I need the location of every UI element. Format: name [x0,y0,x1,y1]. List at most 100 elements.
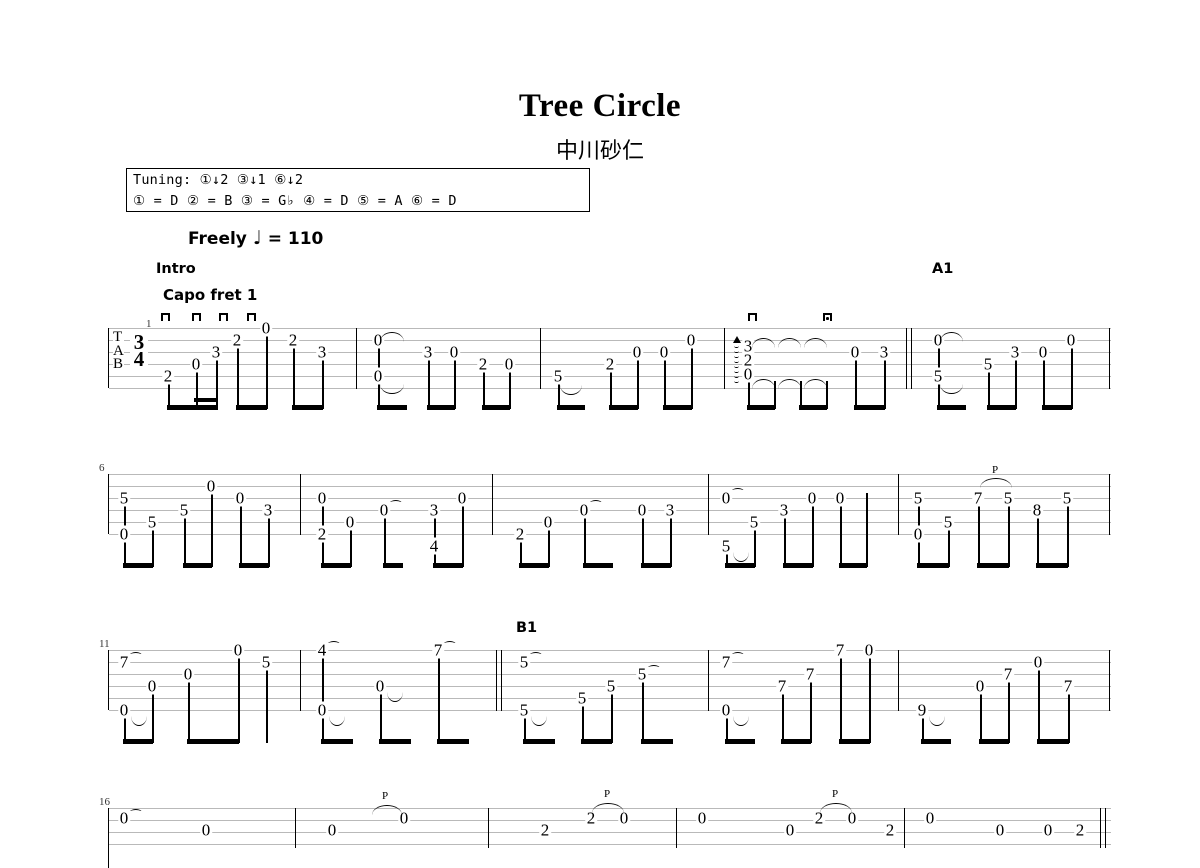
tempo-text: Freely [188,229,247,249]
note-beam [236,405,267,410]
note-stem [1043,359,1045,409]
tab-note: 5 [942,512,954,532]
note-beam [921,739,951,744]
tab-note: 0 [456,488,468,508]
tie-mark: ⁀ [733,488,743,502]
note-stem [152,529,154,567]
note-beam [747,405,775,410]
downstroke-dotted-icon [823,313,832,321]
tab-note: 0 [260,318,272,338]
note-beam [641,739,673,744]
tab-note: 0 [994,820,1006,840]
marker-a1: A1 [932,261,954,277]
tab-note: 0 [863,640,875,660]
marker-intro: Intro [156,261,196,277]
tab-note: 7 [834,640,846,660]
note-stem [637,359,639,409]
note-stem [438,657,440,743]
tab-note: 0 [720,488,732,508]
tab-note: 5 [518,700,530,720]
tab-note: 0 [182,664,194,684]
tab-note: 7 [118,652,130,672]
note-stem [428,359,430,409]
tab-note: 5 [118,488,130,508]
tab-note: 3 [316,342,328,362]
note-beam [917,563,949,568]
note-beam [321,739,353,744]
tab-note: 7 [776,676,788,696]
tab-note: 5 [178,500,190,520]
tab-note: 7 [1062,676,1074,696]
tab-note: 2 [316,524,328,544]
double-barline [496,650,498,711]
note-stem [784,517,786,567]
note-stem [691,347,693,409]
note-stem [211,493,213,567]
tab-note: 5 [1061,488,1073,508]
note-stem [611,693,613,743]
tab-note: 5 [146,512,158,532]
barline [724,328,726,389]
tab-note: 0 [316,700,328,720]
tab-note: 5 [518,652,530,672]
tab-note: 0 [849,342,861,362]
tempo-bpm: 110 [287,229,324,249]
tab-note: 0 [834,488,846,508]
tab-note: 0 [378,500,390,520]
barline [1109,650,1111,711]
double-barline [1105,808,1107,848]
note-beam [663,405,692,410]
note-stem [216,359,218,409]
pull-off-label: P [603,788,611,800]
note-beam [292,405,323,410]
tab-note: 7 [1002,664,1014,684]
tab-note: 3 [262,500,274,520]
tab-note: 5 [748,512,760,532]
note-beam [839,739,870,744]
page-title: Tree Circle [518,88,682,124]
barline [676,808,678,848]
note-beam [239,563,269,568]
quarter-note-icon: ♩ [252,227,262,249]
time-signature: 34 [130,332,148,370]
tab-note: 0 [118,524,130,544]
tab-note: 0 [118,700,130,720]
note-beam [167,405,218,410]
double-barline [906,328,908,389]
note-beam [725,739,755,744]
tab-note: 0 [200,820,212,840]
tie-mark: ⁀ [733,652,743,666]
tab-note: 5 [720,536,732,556]
note-beam [523,739,555,744]
tab-note: 0 [190,354,202,374]
note-beam [437,739,469,744]
note-beam [1036,563,1068,568]
note-stem [483,371,485,409]
note-stem [548,529,550,567]
note-stem [664,359,666,409]
downstroke-icon [748,313,757,321]
note-stem [266,669,268,743]
measure-number: 6 [99,462,105,474]
note-beam [1037,739,1069,744]
tab-note: 7 [972,488,984,508]
tie-slur [560,385,582,395]
tab-note: 0 [974,676,986,696]
note-beam [379,739,411,744]
tab-note: 0 [503,354,515,374]
tab-note: 5 [912,488,924,508]
tab-note: 4 [316,640,328,660]
tab-note: 5 [982,354,994,374]
note-beam [977,563,1009,568]
tie-mark: ⁀ [131,809,141,823]
tab-note: 2 [604,354,616,374]
note-beam [433,563,463,568]
downstroke-icon [219,313,228,321]
tab-note: 0 [720,700,732,720]
tab-note: 2 [231,330,243,350]
note-stem [584,517,586,567]
note-beam [183,563,212,568]
note-stem [1008,681,1010,743]
barline [492,474,494,535]
note-beam [783,563,813,568]
